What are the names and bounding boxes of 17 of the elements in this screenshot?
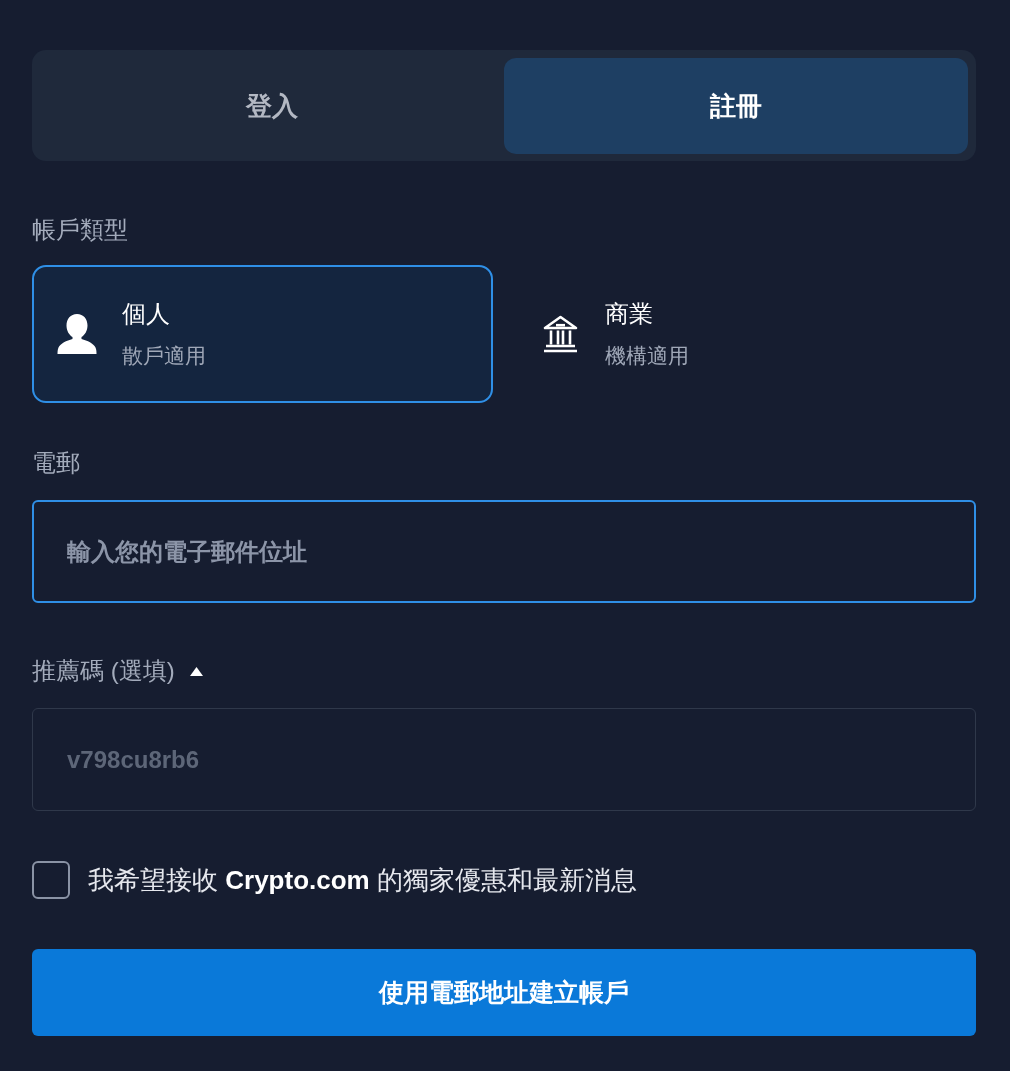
- option-subtitle: 機構適用: [605, 342, 689, 369]
- create-account-button[interactable]: 使用電郵地址建立帳戶: [32, 949, 976, 1036]
- section-label: 帳戶類型: [32, 215, 128, 245]
- consent-text: 我希望接收 Crypto.com 的獨家優惠和最新消息: [88, 864, 637, 897]
- tab[interactable]: 登入: [40, 58, 504, 154]
- tab[interactable]: 註冊: [504, 58, 968, 154]
- option-title: 個人: [122, 298, 170, 329]
- field-label: 電郵: [32, 448, 80, 478]
- option-title: 商業: [605, 298, 653, 329]
- person-icon: [57, 313, 97, 355]
- account-type-option[interactable]: 商業 機構適用: [515, 265, 976, 403]
- input-field[interactable]: 輸入您的電子郵件位址: [32, 500, 976, 603]
- account-type-option[interactable]: 個人 散戶適用: [32, 265, 493, 403]
- option-subtitle: 散戶適用: [122, 342, 206, 369]
- field-label: 推薦碼 (選填): [32, 656, 175, 686]
- checkbox[interactable]: [32, 861, 70, 899]
- bank-icon: [541, 315, 579, 353]
